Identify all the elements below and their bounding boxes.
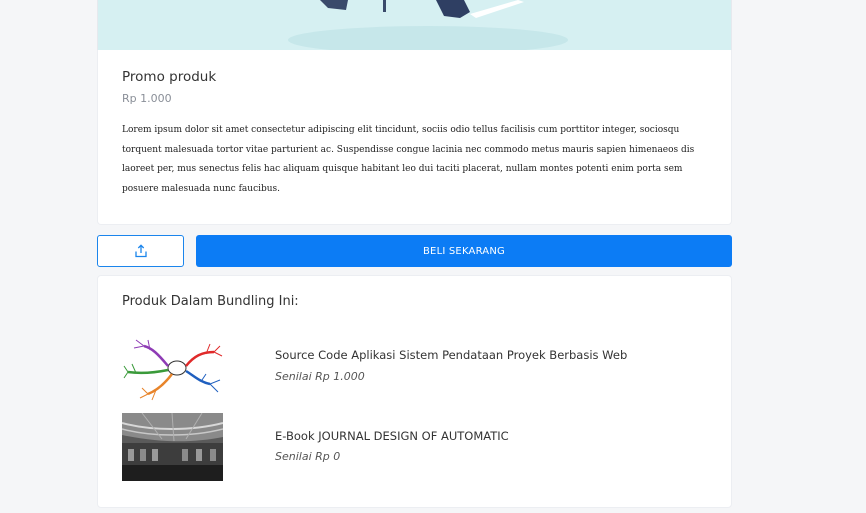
bundle-item-value: Senilai Rp 1.000 <box>275 370 365 383</box>
building-photo <box>122 413 223 481</box>
share-button[interactable] <box>97 235 184 267</box>
product-hero-image <box>97 0 732 51</box>
share-icon <box>134 244 147 258</box>
bundle-heading: Produk Dalam Bundling Ini: <box>122 294 299 309</box>
mind-map-image <box>122 334 223 402</box>
product-price: Rp 1.000 <box>122 92 172 105</box>
bundle-item-value: Senilai Rp 0 <box>275 450 341 463</box>
product-card: Promo produk Rp 1.000 Lorem ipsum dolor … <box>97 50 732 225</box>
bundle-item[interactable]: Source Code Aplikasi Sistem Pendataan Pr… <box>122 334 712 402</box>
bundle-item-name[interactable]: E-Book JOURNAL DESIGN OF AUTOMATIC <box>275 429 509 443</box>
product-title: Promo produk <box>122 69 217 85</box>
bundle-item[interactable]: E-Book JOURNAL DESIGN OF AUTOMATIC Senil… <box>122 413 712 481</box>
product-description: Lorem ipsum dolor sit amet consectetur a… <box>122 125 695 194</box>
bundle-card: Produk Dalam Bundling Ini: Source Code A… <box>97 275 732 508</box>
buy-now-button[interactable]: BELI SEKARANG <box>196 235 732 267</box>
bundle-item-name[interactable]: Source Code Aplikasi Sistem Pendataan Pr… <box>275 348 627 362</box>
